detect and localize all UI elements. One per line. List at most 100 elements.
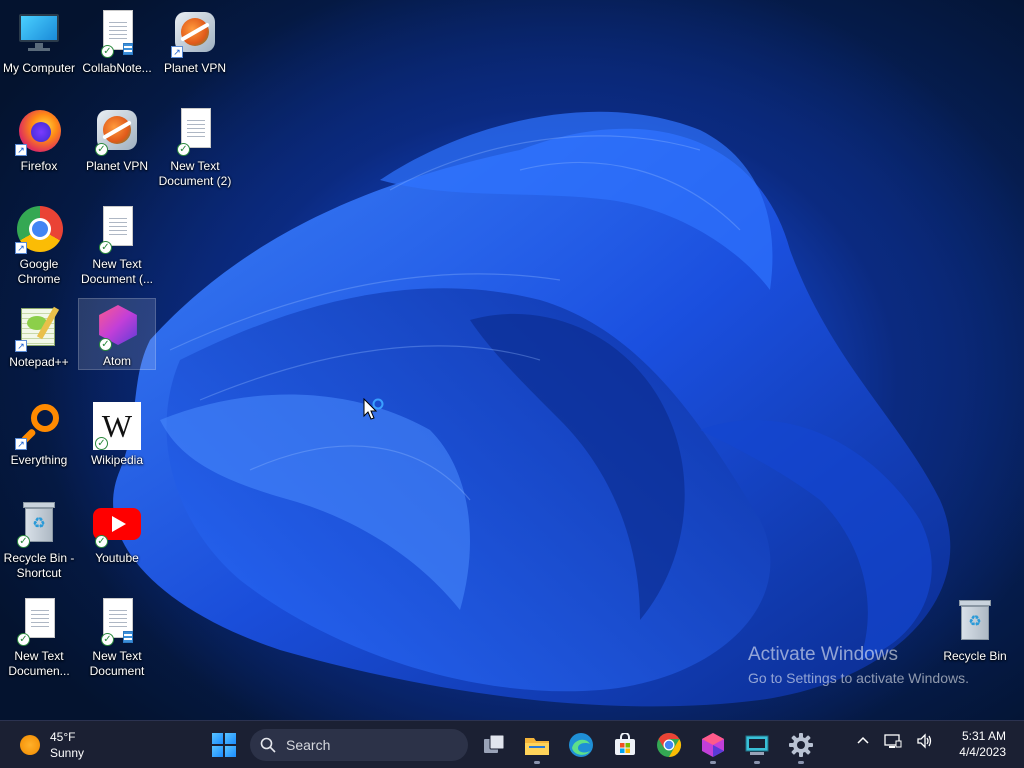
recycle-bin-icon: ♻ [951,598,999,646]
taskbar-microsoft-store[interactable] [609,729,641,761]
network-icon[interactable] [884,733,902,752]
clock-date: 4/4/2023 [959,745,1006,759]
windows-logo-tile [225,746,236,757]
desktop-icon-label: Planet VPN [85,159,149,173]
clock-time: 5:31 AM [961,729,1006,743]
atom-icon [702,733,724,757]
desktop-icon-new-text-document-paren[interactable]: ✓ New Text Document (... [78,202,156,286]
planet-vpn-icon: ↗ [171,10,219,58]
desktop-icon-collabnote[interactable]: ✓ CollabNote... [78,6,156,78]
desktop-icon-label: Youtube [95,551,139,565]
sync-check-icon: ✓ [101,45,114,58]
remote-desktop-icon [745,735,769,755]
chevron-up-icon[interactable] [856,734,870,751]
desktop-icon-firefox[interactable]: ↗ Firefox [0,104,78,176]
sync-check-icon: ✓ [99,241,112,254]
monitor-icon [15,10,63,58]
edge-icon [569,733,593,757]
folder-icon [525,738,549,755]
search-label: Search [286,737,331,753]
activate-windows-watermark: Activate Windows Go to Settings to activ… [748,644,969,686]
planet-vpn-icon: ✓ [93,108,141,156]
chrome-icon: ↗ [15,206,63,254]
mouse-pointer-busy-icon [363,398,384,420]
shortcut-arrow-icon: ↗ [15,340,27,352]
desktop-icon-recycle-bin-shortcut[interactable]: ♻ ✓ Recycle Bin - Shortcut [0,496,78,580]
store-icon [615,733,635,755]
notebook-document-icon: ✓ [93,10,141,58]
windows-logo-tile [225,733,236,744]
weather-condition: Sunny [50,746,85,760]
taskbar-search-box[interactable]: Search [250,729,468,761]
taskbar-task-view[interactable] [478,729,510,761]
sync-check-icon: ✓ [17,535,30,548]
desktop-icon-wikipedia[interactable]: W ✓ Wikipedia [78,398,156,470]
chrome-icon [657,733,682,757]
taskbar-edge[interactable] [565,729,597,761]
sync-check-icon: ✓ [99,338,112,351]
windows-logo-tile [212,733,223,744]
activate-subtitle: Go to Settings to activate Windows. [748,670,969,686]
desktop-icon-label: My Computer [2,61,76,75]
desktop-icon-everything[interactable]: ↗ Everything [0,398,78,470]
desktop-icon-label: Atom [102,354,131,368]
taskbar-remote-desktop[interactable] [741,729,773,764]
desktop-icon-new-text-document[interactable]: ✓ New Text Document [78,594,156,678]
atom-icon: ✓ [93,303,141,351]
task-view-icon [484,734,505,753]
desktop-icon-label: New Text Document (2) [158,159,232,188]
firefox-icon: ↗ [15,108,63,156]
weather-temp: 45°F [50,730,76,744]
start-button[interactable] [212,733,236,757]
taskbar-file-explorer[interactable] [521,729,553,764]
desktop-icon-label: Recycle Bin - Shortcut [3,551,75,580]
desktop-icon-label: Notepad++ [9,355,69,369]
desktop-icon-youtube[interactable]: ✓ Youtube [78,496,156,568]
taskbar-settings[interactable] [785,729,817,764]
desktop-icon-planet-vpn[interactable]: ↗ Planet VPN [156,6,234,78]
desktop-icon-label: New Text Document [89,649,145,678]
desktop-icon-google-chrome[interactable]: ↗ Google Chrome [0,202,78,286]
notepad-plus-plus-icon: ↗ [15,304,63,352]
desktop-icon-my-computer[interactable]: My Computer [0,6,78,78]
sync-check-icon: ✓ [95,437,108,450]
desktop-icon-atom[interactable]: ✓ Atom [78,298,156,370]
desktop-icon-label: CollabNote... [82,61,152,75]
desktop-icon-notepad-plus-plus[interactable]: ↗ Notepad++ [0,300,78,372]
desktop-icon-label: Wikipedia [90,453,144,467]
shortcut-arrow-icon: ↗ [15,144,27,156]
desktop-icon-label: Google Chrome [17,257,61,286]
windows-logo-tile [212,746,223,757]
desktop-icon-label: Planet VPN [163,61,227,75]
taskbar: 45°F Sunny Search 5:31 AM 4/4/2023 [0,720,1024,768]
system-tray [842,733,934,752]
desktop-icon-new-text-document-3[interactable]: ✓ New Text Documen... [0,594,78,678]
sync-check-icon: ✓ [177,143,190,156]
taskbar-chrome[interactable] [653,729,685,761]
desktop-icon-label: New Text Documen... [8,649,70,678]
wikipedia-icon: W ✓ [93,402,141,450]
shortcut-arrow-icon: ↗ [15,438,27,450]
volume-icon[interactable] [916,733,934,752]
desktop-icon-new-text-document-2[interactable]: ✓ New Text Document (2) [156,104,234,188]
text-document-icon: ✓ [15,598,63,646]
recycle-bin-icon: ♻ ✓ [15,500,63,548]
text-document-icon: ✓ [171,108,219,156]
youtube-icon: ✓ [93,500,141,548]
weather-widget[interactable]: 45°F Sunny [20,729,84,761]
shortcut-arrow-icon: ↗ [171,46,183,58]
desktop[interactable]: My Computer ↗ Firefox ↗ Google Chrome ↗ … [0,0,1024,720]
sync-check-icon: ✓ [95,143,108,156]
sun-icon [20,735,40,755]
search-icon [260,737,276,753]
desktop-icon-label: Firefox [20,159,58,173]
activate-title: Activate Windows [748,644,898,665]
desktop-icon-label: New Text Document (... [80,257,154,286]
taskbar-clock[interactable]: 5:31 AM 4/4/2023 [959,728,1006,760]
sync-check-icon: ✓ [17,633,30,646]
taskbar-atom[interactable] [697,729,729,764]
desktop-icon-planet-vpn-2[interactable]: ✓ Planet VPN [78,104,156,176]
text-document-icon: ✓ [93,206,141,254]
shortcut-arrow-icon: ↗ [15,242,27,254]
gear-icon [789,733,813,757]
